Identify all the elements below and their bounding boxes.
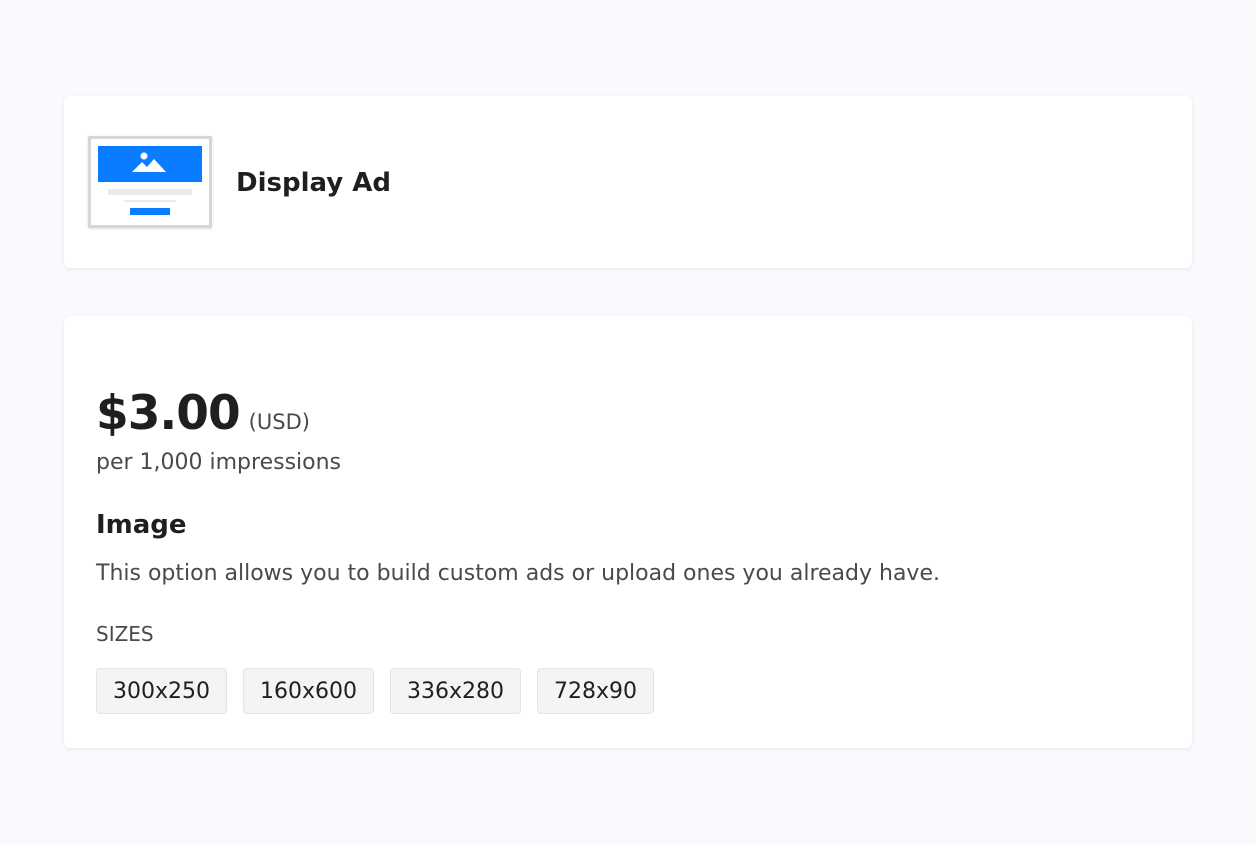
sizes-label: SIZES xyxy=(96,622,154,646)
ad-details-card: $3.00 (USD) per 1,000 impressions Image … xyxy=(64,316,1192,748)
size-chip[interactable]: 160x600 xyxy=(243,668,375,714)
price-currency: (USD) xyxy=(248,410,310,434)
format-description: This option allows you to build custom a… xyxy=(96,561,940,586)
banner-image-icon xyxy=(98,146,202,182)
size-chip[interactable]: 728x90 xyxy=(537,668,655,714)
price-value: $3.00 xyxy=(96,386,241,441)
size-chip[interactable]: 300x250 xyxy=(96,668,228,714)
thumbnail-text-line xyxy=(108,189,192,195)
mountain-image-icon xyxy=(132,152,166,172)
ad-type-card: Display Ad xyxy=(64,96,1192,268)
price-unit: per 1,000 impressions xyxy=(96,450,342,475)
price-row: $3.00 (USD) xyxy=(96,386,310,446)
display-ad-thumbnail-icon xyxy=(88,136,212,228)
thumbnail-text-line xyxy=(124,200,176,202)
format-heading: Image xyxy=(96,510,187,540)
size-chip-list: 300x250 160x600 336x280 728x90 xyxy=(96,668,655,714)
thumbnail-cta-bar xyxy=(130,208,170,215)
ad-type-title: Display Ad xyxy=(236,168,391,198)
size-chip[interactable]: 336x280 xyxy=(390,668,522,714)
